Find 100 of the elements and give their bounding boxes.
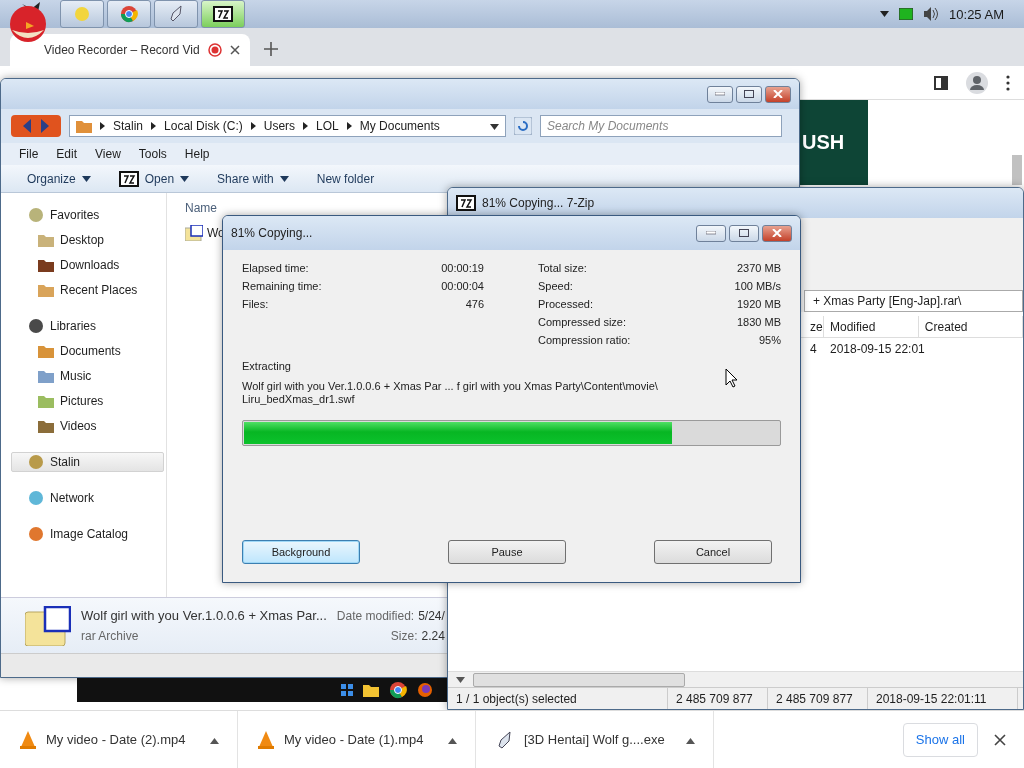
stat-label: Processed: (538, 298, 594, 312)
stat-value: 100 MB/s (734, 280, 781, 294)
archive-icon (456, 195, 476, 211)
folder-icon (38, 283, 54, 297)
status-cell: 1 / 1 object(s) selected (448, 688, 668, 709)
nav-item[interactable]: Documents (11, 341, 164, 361)
folder-icon (38, 258, 54, 272)
column-header[interactable]: Created (918, 316, 1023, 337)
status-cell: 2 485 709 877 (668, 688, 768, 709)
folder-icon (38, 419, 54, 433)
minimize-icon (715, 92, 725, 96)
file-type: rar Archive (81, 629, 140, 643)
column-header[interactable]: ze (804, 316, 824, 337)
chevron-icon (151, 122, 157, 130)
caret-icon (448, 737, 457, 744)
scrollbar-thumb[interactable] (1012, 155, 1022, 185)
advert-banner[interactable]: USH (800, 100, 868, 185)
caret-icon (880, 11, 890, 17)
menu-item[interactable]: File (19, 147, 39, 161)
close-icon[interactable] (994, 733, 1006, 746)
close-icon[interactable] (229, 45, 240, 55)
stat-value: 00:00:19 (441, 262, 484, 276)
dialog-button[interactable]: Cancel (654, 540, 772, 564)
windows-icon[interactable] (341, 684, 353, 696)
scrollbar[interactable] (448, 671, 1023, 687)
browser-tab[interactable]: Video Recorder – Record Vid (10, 34, 250, 66)
menu-icon[interactable] (1006, 74, 1010, 91)
stat-label: Remaining time: (242, 280, 322, 294)
stat-value: 00:00:04 (441, 280, 484, 294)
minimize-button[interactable] (696, 224, 726, 242)
cone-icon (258, 730, 274, 749)
folder-icon (76, 119, 92, 133)
detail-label: Size: (390, 628, 418, 643)
back-forward-icon[interactable] (11, 115, 61, 137)
path-field[interactable]: + Xmas Party [Eng-Jap].rar\ (804, 290, 1023, 312)
profile-icon[interactable] (966, 71, 988, 94)
nav-item[interactable]: Libraries (11, 316, 164, 336)
address-bar[interactable]: Stalin Local Disk (C:) Users LOL My Documents (69, 115, 506, 137)
menu-item[interactable]: Tools (138, 147, 167, 161)
stat-value: 1920 MB (736, 298, 781, 312)
browser-icon[interactable] (417, 682, 433, 698)
archive-icon (118, 170, 139, 187)
dialog-button[interactable]: Background (242, 540, 360, 564)
column-header[interactable]: Modified (824, 316, 919, 337)
nav-item[interactable]: Image Catalog (11, 524, 164, 544)
new-tab-icon[interactable] (264, 42, 278, 56)
toolbar-button[interactable]: New folder (316, 171, 375, 186)
nav-item[interactable]: Favorites (11, 205, 164, 225)
chevron-icon (250, 122, 256, 130)
nav-item[interactable]: Downloads (11, 255, 164, 275)
stat-label: Total size: (538, 262, 587, 276)
breadcrumb[interactable]: Stalin (113, 119, 144, 133)
volume-icon (923, 7, 940, 21)
cursor-icon (725, 368, 739, 388)
nav-item[interactable]: Stalin (11, 452, 164, 472)
stat-value: 1830 MB (736, 316, 781, 330)
search-field[interactable]: Search My Documents (540, 115, 782, 137)
close-button[interactable] (765, 85, 791, 103)
status-cell: 2 485 709 877 (768, 688, 868, 709)
breadcrumb[interactable]: Local Disk (C:) (164, 119, 243, 133)
taskbar-app[interactable] (201, 0, 245, 28)
refresh-icon[interactable] (514, 117, 532, 135)
detail-value: 5/24/ (418, 608, 445, 623)
dialog-button[interactable]: Pause (448, 540, 566, 564)
close-button[interactable] (762, 224, 792, 242)
download-item[interactable]: My video - Date (1).mp4 (238, 710, 476, 768)
column-header[interactable]: Name (185, 201, 217, 215)
restore-icon (744, 90, 754, 98)
chevron-icon (346, 122, 352, 130)
menu-item[interactable]: Edit (56, 147, 78, 161)
chevron-icon (100, 122, 105, 130)
nav-item[interactable]: Desktop (11, 230, 164, 250)
nav-item[interactable]: Videos (11, 416, 164, 436)
sidebar-icon[interactable] (934, 75, 948, 90)
show-all-button[interactable]: Show all (902, 722, 978, 757)
minimize-button[interactable] (707, 85, 733, 103)
toolbar-button[interactable]: Share with (217, 171, 289, 186)
folder-icon (38, 394, 54, 408)
cone-icon (20, 730, 36, 749)
breadcrumb[interactable]: My Documents (359, 119, 440, 133)
breadcrumb[interactable]: Users (263, 119, 296, 133)
nav-item[interactable]: Pictures (11, 391, 164, 411)
nav-item[interactable]: Network (11, 488, 164, 508)
folder-icon (38, 233, 54, 247)
download-item[interactable]: [3D Hentai] Wolf g....exe (476, 710, 714, 768)
maximize-button[interactable] (736, 85, 762, 103)
breadcrumb[interactable]: LOL (316, 119, 339, 133)
download-item[interactable]: My video - Date (2).mp4 (0, 710, 238, 768)
table-cell-text: 4 (809, 341, 818, 358)
nav-item[interactable]: Recent Places (11, 280, 164, 300)
toolbar-button[interactable]: Open (118, 170, 190, 187)
close-icon (773, 90, 783, 98)
clock: 10:25 AM (949, 6, 1004, 22)
toolbar-button[interactable]: Organize (27, 171, 91, 186)
menu-item[interactable]: Help (184, 147, 210, 161)
maximize-button[interactable] (729, 224, 759, 242)
menu-item[interactable]: View (95, 147, 121, 161)
nav-item[interactable]: Music (11, 366, 164, 386)
caret-icon (490, 124, 499, 130)
minimize-icon (706, 231, 716, 235)
